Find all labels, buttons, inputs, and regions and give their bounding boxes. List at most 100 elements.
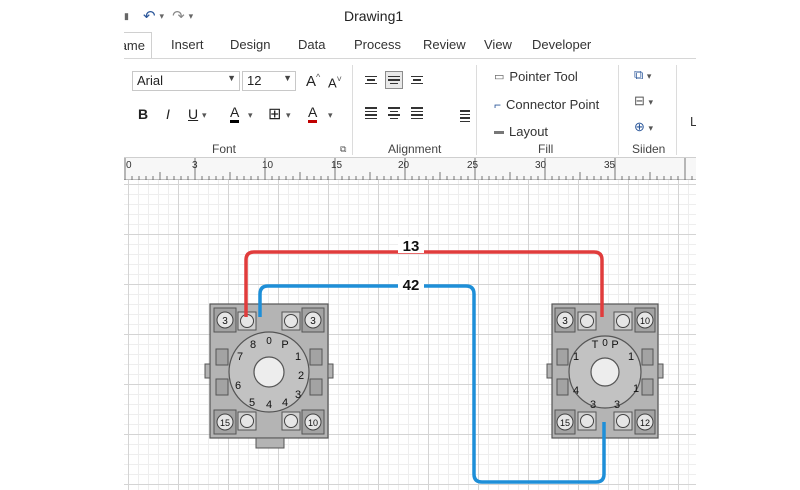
- alignment-group-label: Alignment: [388, 142, 442, 156]
- overflow-label: L: [690, 114, 696, 129]
- pin-label: 4: [266, 399, 272, 411]
- send-backward-icon[interactable]: ⊟ ▾: [634, 93, 653, 109]
- ribbon: Arial ▼ 12 ▼ A^ A˅ B I U ▾ A ▾ ⊞ ▾ A ▾ F…: [124, 58, 696, 158]
- pin-label: 3: [590, 399, 596, 411]
- tab-home[interactable]: ame: [124, 32, 152, 58]
- grow-font-button[interactable]: A^: [306, 72, 320, 90]
- font-size-select[interactable]: 12 ▼: [242, 71, 296, 91]
- terminal-label: 12: [640, 418, 650, 428]
- fill-color-button[interactable]: A: [308, 104, 318, 123]
- pin-label: T: [592, 339, 599, 351]
- terminal-label: 15: [220, 418, 230, 428]
- bring-forward-icon[interactable]: ⧉ ▾: [634, 67, 651, 83]
- relay-socket-left[interactable]: 3 3 15 10 8 0 P 1 7 2 6 3 5 4 4: [204, 303, 334, 449]
- justify-icon[interactable]: [456, 107, 474, 125]
- visio-app: ▮ ↶ ▾ ↷ ▾ Drawing1 ame Insert Design Dat…: [124, 0, 696, 490]
- screw-icon[interactable]: [577, 311, 597, 331]
- drawing-canvas[interactable]: 3 3 15 10 8 0 P 1 7 2 6 3 5 4 4 3 10 15 …: [124, 180, 696, 490]
- screw-icon[interactable]: [281, 411, 301, 431]
- font-family-select[interactable]: Arial ▼: [132, 71, 240, 91]
- ruler-label: 35: [604, 160, 616, 171]
- ruler-label: 15: [331, 160, 343, 171]
- pin-label: 5: [249, 397, 255, 409]
- chevron-down-icon: ▼: [283, 73, 292, 83]
- tab-process[interactable]: Process: [354, 37, 401, 52]
- save-icon[interactable]: ▮: [124, 11, 129, 22]
- ribbon-tabs: ame Insert Design Data Process Review Vi…: [124, 32, 696, 58]
- chevron-down-icon[interactable]: ▾: [286, 110, 291, 121]
- relay-socket-right[interactable]: 3 10 15 12 T 0 P 1 1 4 1 3 3: [546, 303, 664, 439]
- fill-group-label: Fill: [538, 142, 554, 156]
- screw-icon[interactable]: [613, 311, 633, 331]
- diagram-svg: 3 3 15 10 8 0 P 1 7 2 6 3 5 4 4 3 10 15 …: [204, 237, 664, 484]
- align-left-icon[interactable]: [362, 104, 380, 122]
- screw-icon[interactable]: [613, 411, 633, 431]
- pin-label: 6: [235, 380, 241, 392]
- horizontal-ruler: 0 3 10 15 20 25 30 35: [124, 158, 696, 180]
- title-bar: ▮ ↶ ▾ ↷ ▾ Drawing1: [124, 0, 696, 32]
- quick-access-toolbar: ▮ ↶ ▾ ↷ ▾: [124, 6, 193, 26]
- pin-label: 1: [295, 351, 301, 363]
- tab-review[interactable]: Review: [423, 37, 466, 52]
- font-color-button[interactable]: A: [230, 104, 240, 123]
- terminal-label: 3: [222, 316, 228, 327]
- undo-icon[interactable]: ↶: [143, 7, 156, 25]
- terminal-label: 3: [310, 316, 316, 327]
- tab-developer[interactable]: Developer: [532, 37, 591, 52]
- pointer-icon: ▭: [494, 71, 505, 83]
- borders-icon[interactable]: ⊞: [268, 104, 281, 124]
- arrange-group-label: Siiden: [632, 142, 666, 156]
- pin-label: 2: [298, 370, 304, 382]
- pin-label: 1: [573, 351, 579, 363]
- terminal-label: 10: [308, 418, 318, 428]
- align-top-center-icon[interactable]: [385, 71, 403, 89]
- tab-view[interactable]: View: [484, 37, 512, 52]
- chevron-down-icon[interactable]: ▾: [328, 110, 333, 121]
- terminal-label: 10: [640, 316, 650, 326]
- bold-button[interactable]: B: [138, 106, 148, 122]
- layout-icon: ▬: [494, 126, 504, 137]
- screw-icon[interactable]: [577, 411, 597, 431]
- pin-label: 0: [602, 338, 608, 349]
- pin-label: P: [281, 339, 288, 351]
- align-top-right-icon[interactable]: [408, 71, 426, 89]
- chevron-down-icon[interactable]: ▾: [202, 110, 207, 121]
- pin-label: 8: [250, 339, 256, 351]
- align-top-left-icon[interactable]: [362, 71, 380, 89]
- pin-label: 0: [266, 336, 272, 347]
- pin-label: 1: [633, 383, 639, 395]
- ruler-label: 20: [398, 160, 410, 171]
- terminal-label: 3: [562, 316, 568, 327]
- pointer-tool-label: Pointer Tool: [509, 69, 578, 84]
- group-divider: [476, 65, 477, 155]
- pointer-tool-button[interactable]: ▭ Pointer Tool: [494, 69, 578, 84]
- group-divider: [618, 65, 619, 155]
- layout-button[interactable]: ▬ Layout: [494, 124, 548, 139]
- align-center-icon[interactable]: [385, 104, 403, 122]
- italic-button[interactable]: I: [166, 106, 170, 122]
- align-right-icon[interactable]: [408, 104, 426, 122]
- connector-label-red[interactable]: 13: [403, 238, 420, 255]
- undo-dropdown-icon[interactable]: ▾: [160, 11, 165, 22]
- connector-point-button[interactable]: ⌐ Connector Point: [494, 97, 599, 112]
- redo-icon[interactable]: ↷: [172, 7, 185, 25]
- pin-label: 3: [295, 389, 301, 401]
- dialog-launcher-icon[interactable]: ⧉: [340, 144, 346, 155]
- connector-label-blue[interactable]: 42: [403, 277, 420, 294]
- screw-icon[interactable]: [237, 411, 257, 431]
- font-size-value: 12: [247, 73, 262, 88]
- connector-icon: ⌐: [494, 97, 502, 112]
- tab-data[interactable]: Data: [298, 37, 325, 52]
- chevron-down-icon[interactable]: ▾: [248, 110, 253, 121]
- redo-dropdown-icon[interactable]: ▾: [189, 11, 194, 22]
- align-shapes-icon[interactable]: ⊕ ▾: [634, 119, 653, 135]
- tab-design[interactable]: Design: [230, 37, 270, 52]
- pin-label: 7: [237, 351, 243, 363]
- tab-insert[interactable]: Insert: [171, 37, 204, 52]
- shrink-font-button[interactable]: A˅: [328, 74, 342, 90]
- pin-label: 4: [282, 397, 288, 409]
- screw-icon[interactable]: [281, 311, 301, 331]
- terminal-label: 15: [560, 418, 570, 428]
- underline-button[interactable]: U: [188, 106, 198, 122]
- font-family-value: Arial: [137, 73, 164, 88]
